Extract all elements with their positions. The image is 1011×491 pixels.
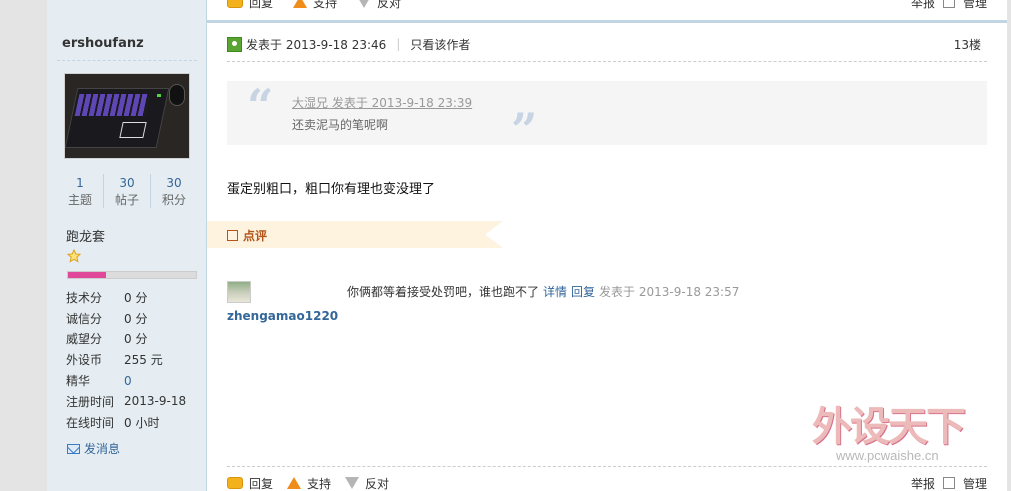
watermark-logo: 外设天下 — [812, 405, 966, 449]
send-message-link[interactable]: 发消息 — [67, 440, 120, 457]
open-quote-icon: “ — [247, 79, 274, 133]
reply-button[interactable]: 回复 — [227, 0, 273, 11]
reply-button[interactable]: 回复 — [227, 475, 273, 491]
digest-count-link[interactable]: 0 — [124, 374, 132, 388]
comment-detail-link[interactable]: 详情 — [543, 283, 567, 300]
info-row: 威望分 0 分 — [66, 332, 148, 347]
avatar-led — [157, 94, 161, 97]
manage-label: 管理 — [962, 0, 987, 10]
stat-posts[interactable]: 30 帖子 — [104, 174, 151, 208]
reply-icon — [227, 477, 243, 489]
header-pipe: | — [396, 37, 401, 51]
info-row: 技术分 0 分 — [66, 290, 148, 305]
right-edge — [1007, 0, 1011, 491]
comment-text: 你俩都等着接受处罚吧，谁也跑不了 — [347, 285, 540, 299]
support-button[interactable]: 支持 — [287, 475, 331, 491]
commenter-username[interactable]: zhengamao1220 — [227, 309, 338, 323]
quote-time: 发表于 2013-9-18 23:39 — [331, 96, 473, 110]
post-timestamp: 发表于 2013-9-18 23:46 — [246, 37, 387, 52]
avatar-mouse — [169, 84, 185, 106]
quote-text: 还卖泥马的笔呢啊 — [292, 118, 389, 132]
stat-threads[interactable]: 1 主题 — [57, 174, 104, 208]
info-row: 注册时间 2013-9-18 — [66, 394, 187, 409]
left-gutter — [0, 0, 47, 491]
oppose-button[interactable]: 反对 — [357, 0, 401, 11]
close-quote-icon: ” — [511, 103, 538, 157]
post-body: 蛋定别粗口，粗口你有理也变没理了 — [227, 182, 436, 197]
manage-checkbox[interactable] — [942, 477, 955, 489]
rank-progress-fill — [68, 272, 107, 278]
comment-section-title: 点评 — [227, 227, 267, 244]
prev-post-actions: 回复 支持 反对 — [227, 0, 415, 10]
stat-points[interactable]: 30 积分 — [151, 174, 197, 208]
thumb-up-arrow-icon — [287, 477, 302, 489]
quote-meta[interactable]: 大湿兄 发表于 2013-9-18 23:39 — [292, 94, 472, 111]
post-divider — [207, 20, 1007, 23]
header-separator — [227, 61, 987, 62]
info-row: 精华 0 — [66, 373, 132, 389]
author-username[interactable]: ershoufanz — [62, 36, 144, 51]
rank-progress-bar — [67, 271, 197, 279]
info-row: 在线时间 0 小时 — [66, 415, 160, 430]
quote-block: “ ” 大湿兄 发表于 2013-9-18 23:39 还卖泥马的笔呢啊 — [227, 79, 987, 153]
username-separator — [57, 60, 197, 61]
user-rank: 跑龙套 — [66, 230, 106, 245]
avatar[interactable] — [64, 73, 190, 159]
report-link[interactable]: 举报 — [911, 475, 935, 491]
info-row: 诚信分 0 分 — [66, 311, 148, 326]
floor-number[interactable]: 13楼 — [954, 36, 981, 53]
reply-icon — [227, 0, 243, 8]
thumb-down-arrow-icon — [357, 0, 372, 8]
oppose-button[interactable]: 反对 — [345, 475, 389, 491]
thumb-down-arrow-icon — [345, 477, 360, 489]
comment-line: 你俩都等着接受处罚吧，谁也跑不了 详情 回复 发表于 2013-9-18 23:… — [347, 283, 739, 300]
author-stats: 1 主题 30 帖子 30 积分 — [57, 174, 197, 208]
user-online-icon — [227, 36, 242, 52]
support-button[interactable]: 支持 — [293, 0, 337, 11]
report-link[interactable]: 举报 — [911, 0, 935, 11]
only-author-link[interactable]: 只看该作者 — [410, 36, 470, 53]
star-icon — [67, 249, 81, 263]
watermark-url: www.pcwaishe.cn — [836, 448, 939, 463]
mail-icon — [67, 443, 80, 454]
manage-checkbox[interactable] — [942, 0, 955, 8]
manage-label: 管理 — [962, 476, 987, 491]
post-actions: 回复 支持 反对 — [227, 474, 403, 491]
post-admin: 举报 管理 — [911, 474, 987, 491]
avatar-backlit-keys — [74, 94, 150, 116]
avatar-touchpad — [119, 122, 147, 138]
comment-square-icon — [227, 230, 238, 241]
comment-time: 发表于 2013-9-18 23:57 — [599, 285, 740, 299]
comment-reply-link[interactable]: 回复 — [571, 283, 595, 300]
quote-author: 大湿兄 — [292, 96, 329, 110]
prev-post-admin: 举报 管理 — [911, 0, 987, 10]
commenter-avatar[interactable] — [227, 281, 251, 303]
info-row: 外设币 255 元 — [66, 353, 163, 368]
site-watermark: 外设天下 www.pcwaishe.cn — [812, 394, 994, 470]
thumb-up-arrow-icon — [293, 0, 308, 8]
author-info-list: 技术分 0 分 诚信分 0 分 威望分 0 分 外设币 255 元 精华 0 注册时间 20… — [66, 287, 201, 433]
post-header: 发表于 2013-9-18 23:46 | 只看该作者 13楼 — [227, 35, 987, 53]
